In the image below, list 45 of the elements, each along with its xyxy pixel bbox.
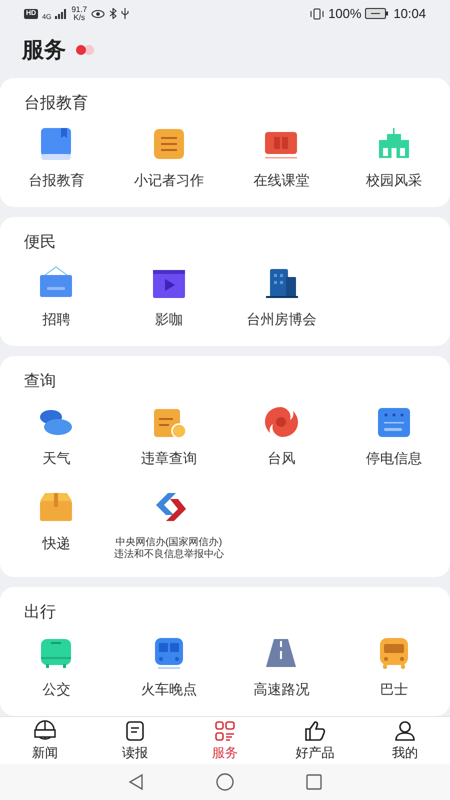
user-icon xyxy=(393,718,417,743)
service-label[interactable]: 影咖 xyxy=(154,309,183,330)
battery-icon xyxy=(365,8,390,20)
document-icon xyxy=(123,718,147,743)
service-label[interactable]: 公交 xyxy=(42,679,70,700)
recents-icon[interactable] xyxy=(305,772,323,791)
service-label[interactable]: 校园风采 xyxy=(366,170,422,192)
usb-icon xyxy=(121,8,130,20)
service-label[interactable]: 在线课堂 xyxy=(253,170,310,192)
grid-list-icon xyxy=(213,718,237,743)
vibrate-icon xyxy=(310,8,324,20)
speed-unit: K/s xyxy=(73,14,86,22)
nav-tab[interactable]: 我的 xyxy=(370,718,440,762)
section-title: 查询 xyxy=(24,373,56,390)
service-label[interactable]: 巴士 xyxy=(380,679,408,700)
section-title: 台报教育 xyxy=(24,95,88,112)
service-label[interactable]: 招聘 xyxy=(42,309,70,330)
signal-icon xyxy=(55,8,68,19)
network-speed: 91.7 xyxy=(71,6,88,14)
thumbs-up-icon xyxy=(303,718,327,743)
battery-percent: 100% xyxy=(328,5,362,24)
bluetooth-icon xyxy=(109,8,118,20)
service-label[interactable]: 台州房博会 xyxy=(246,309,316,330)
nav-tab[interactable]: 好产品 xyxy=(280,718,350,762)
nav-tab[interactable]: 服务 xyxy=(190,718,260,762)
service-label[interactable]: 停电信息 xyxy=(366,448,422,470)
service-label[interactable]: 快递 xyxy=(42,533,70,554)
dots-icon xyxy=(74,44,96,55)
section-title: 便民 xyxy=(24,234,56,252)
service-label[interactable]: 台风 xyxy=(267,448,296,470)
clock: 10:04 xyxy=(393,5,426,24)
service-label[interactable]: 台报教育 xyxy=(28,170,84,192)
nav-tab[interactable]: 新闻 xyxy=(10,718,80,762)
service-label[interactable]: 火车晚点 xyxy=(140,679,197,700)
section-title: 出行 xyxy=(24,604,56,622)
item-caption[interactable]: 中央网信办(国家网信办) 违法和不良信息举报中心 xyxy=(114,537,224,562)
eye-icon xyxy=(91,8,106,19)
home-icon[interactable] xyxy=(215,772,235,792)
service-label[interactable]: 违章查询 xyxy=(140,448,197,470)
back-icon[interactable] xyxy=(127,772,145,791)
page-title: 服务 xyxy=(22,36,66,64)
service-label[interactable]: 高速路况 xyxy=(253,679,310,700)
service-label[interactable]: 天气 xyxy=(42,448,70,470)
nav-tab[interactable]: 读报 xyxy=(100,718,170,762)
service-label[interactable]: 小记者习作 xyxy=(134,170,204,192)
